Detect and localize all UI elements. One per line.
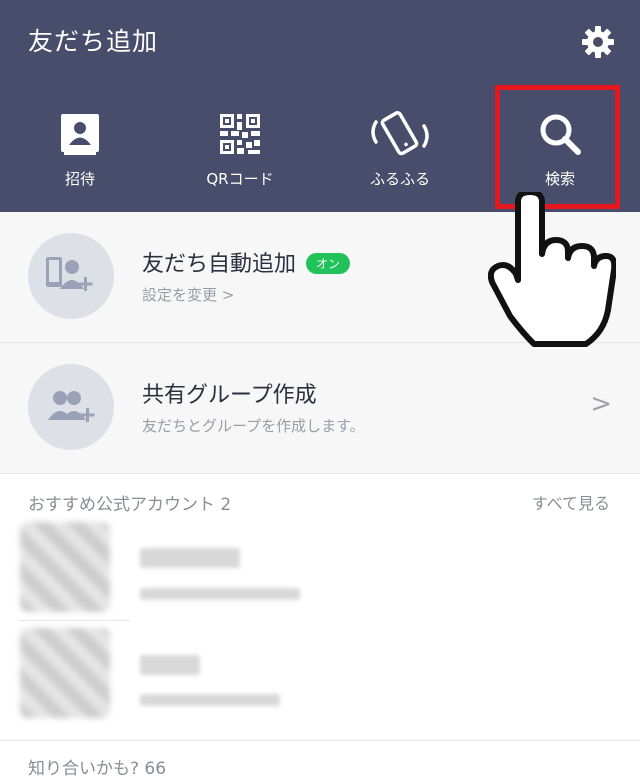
recommended-section-title: おすすめ公式アカウント 2 [28,495,232,515]
search-highlight-box [495,85,620,209]
blurred-detail [140,694,280,706]
page-title: 友だち追加 [28,27,159,56]
contact-book-icon [56,110,104,158]
see-all-link[interactable]: すべて見る [532,490,610,514]
create-group-subtitle: 友だちとグループを作成します。 [142,417,365,435]
shake-button[interactable]: ふるふる [320,100,480,200]
status-badge: オン [306,252,351,274]
create-group-title: 共有グループ作成 [142,383,317,408]
pointing-hand-icon [487,189,618,352]
create-group-icon [28,364,114,450]
chevron-right-icon: > [590,389,612,419]
shake-label: ふるふる [369,170,430,188]
auto-add-friends-icon [28,233,114,319]
divider [0,740,640,741]
auto-add-friends-label: 友だち自動追加 [142,252,297,277]
divider [20,620,130,621]
qr-code-label: QRコード [206,170,274,188]
create-group-row[interactable]: 共有グループ作成 友だちとグループを作成します。 > [0,343,640,473]
invite-label: 招待 [64,170,95,188]
maybe-known-section-title: 知り合いかも? 66 [28,759,167,779]
auto-add-friends-title: 友だち自動追加 オン [142,246,351,278]
blurred-detail [140,588,300,600]
blurred-name [140,548,240,568]
avatar[interactable] [20,628,110,718]
shake-phone-icon [368,110,432,158]
change-settings-link[interactable]: 設定を変更 > [142,284,234,305]
qr-code-button[interactable]: QRコード [160,100,320,200]
gear-icon[interactable] [580,24,616,60]
qr-code-icon [216,110,264,158]
blurred-name [140,655,200,675]
avatar[interactable] [20,522,110,612]
invite-button[interactable]: 招待 [0,100,160,200]
divider [0,473,640,474]
